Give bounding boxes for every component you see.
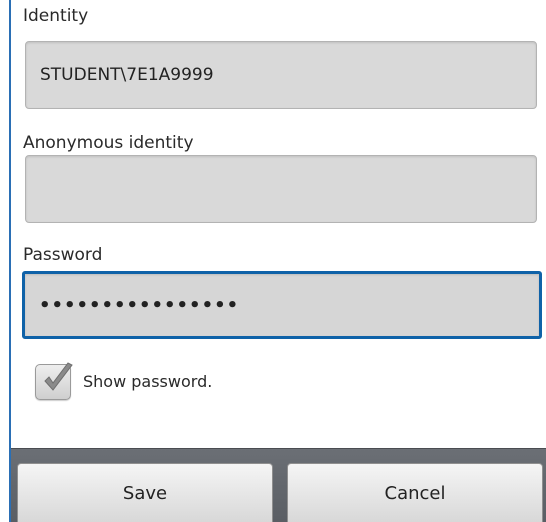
show-password-checkbox[interactable] xyxy=(35,362,73,400)
button-bar: Save Cancel xyxy=(11,448,546,522)
show-password-label[interactable]: Show password. xyxy=(83,372,212,391)
password-field[interactable]: •••••••••••••••• xyxy=(22,271,542,339)
network-credentials-dialog: Identity STUDENT\7E1A9999 Anonymous iden… xyxy=(9,0,546,522)
identity-value: STUDENT\7E1A9999 xyxy=(40,65,214,85)
anonymous-identity-label: Anonymous identity xyxy=(23,133,194,153)
cancel-button[interactable]: Cancel xyxy=(287,463,543,522)
identity-field[interactable]: STUDENT\7E1A9999 xyxy=(25,41,537,109)
password-label: Password xyxy=(23,245,103,265)
anonymous-identity-field[interactable] xyxy=(25,155,537,223)
identity-label: Identity xyxy=(23,6,89,26)
save-button[interactable]: Save xyxy=(17,463,273,522)
password-value: •••••••••••••••• xyxy=(39,294,240,316)
checkmark-icon xyxy=(44,362,73,391)
